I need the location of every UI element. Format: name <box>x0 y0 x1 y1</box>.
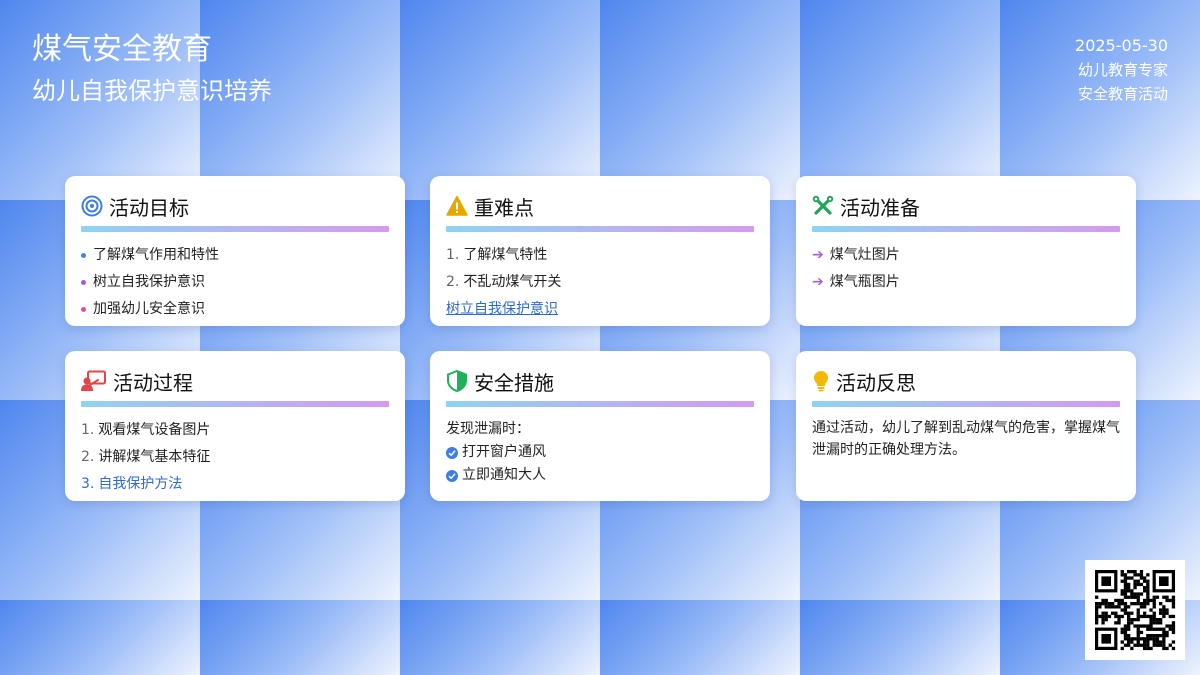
lightbulb-icon <box>812 370 830 392</box>
header-meta: 2025-05-30 幼儿教育专家 安全教育活动 <box>1075 34 1168 106</box>
card-title: 活动反思 <box>836 370 916 395</box>
card-preparation: 活动准备 ➔ 煤气灶图片 ➔ 煤气瓶图片 <box>796 176 1136 326</box>
list-item: 2. 讲解煤气基本特征 <box>81 449 211 465</box>
category-label: 安全教育活动 <box>1077 85 1168 103</box>
list-item: 树立自我保护意识 <box>81 269 389 296</box>
date-label: 2025-05-30 <box>1075 36 1168 55</box>
author-label: 幼儿教育专家 <box>1077 61 1168 79</box>
list-item: 加强幼儿安全意识 <box>81 296 389 323</box>
process-list: 1. 观看煤气设备图片 2. 讲解煤气基本特征 3. 自我保护方法 <box>81 417 389 498</box>
card-title: 活动准备 <box>840 195 920 220</box>
card-divider <box>812 401 1120 407</box>
card-divider <box>81 226 389 232</box>
background-tile <box>800 600 1000 675</box>
arrow-right-icon: ➔ <box>812 247 824 263</box>
page-subtitle: 幼儿自我保护意识培养 <box>32 77 272 105</box>
shield-icon <box>446 370 468 392</box>
card-divider <box>446 401 754 407</box>
teacher-icon <box>81 370 107 392</box>
card-title: 安全措施 <box>474 370 554 395</box>
warning-icon <box>446 195 468 217</box>
card-reflection: 活动反思 通过活动，幼儿了解到乱动煤气的危害，掌握煤气泄漏时的正确处理方法。 <box>796 351 1136 501</box>
check-circle-icon <box>446 446 458 459</box>
card-key-points: 重难点 1. 了解煤气特性 2. 不乱动煤气开关 树立自我保护意识 <box>430 176 770 326</box>
arrow-right-icon: ➔ <box>812 274 824 290</box>
card-activity-process: 活动过程 1. 观看煤气设备图片 2. 讲解煤气基本特征 3. 自我保护方法 <box>65 351 405 501</box>
card-divider <box>81 401 389 407</box>
background-tile <box>400 0 600 200</box>
qr-code-icon <box>1085 560 1185 660</box>
target-icon <box>81 195 103 217</box>
card-divider <box>446 226 754 232</box>
list-item-highlighted: 3. 自我保护方法 <box>81 476 183 492</box>
background-tile <box>600 0 800 200</box>
list-item: 2. 不乱动煤气开关 <box>446 274 562 290</box>
bullet-dot <box>81 307 86 312</box>
reflection-text: 通过活动，幼儿了解到乱动煤气的危害，掌握煤气泄漏时的正确处理方法。 <box>812 420 1120 458</box>
card-activity-goals: 活动目标 了解煤气作用和特性 树立自我保护意识 加强幼儿安全意识 <box>65 176 405 326</box>
background-tile <box>0 600 200 675</box>
card-divider <box>812 226 1120 232</box>
tools-icon <box>812 195 834 217</box>
check-circle-icon <box>446 469 458 482</box>
key-point-link[interactable]: 树立自我保护意识 <box>446 296 754 323</box>
header: 煤气安全教育 幼儿自我保护意识培养 <box>32 30 272 108</box>
list-item: 1. 观看煤气设备图片 <box>81 422 211 438</box>
preparation-list: ➔ 煤气灶图片 ➔ 煤气瓶图片 <box>812 242 1120 296</box>
card-safety-measures: 安全措施 发现泄漏时： 打开窗户通风 立即通知大人 <box>430 351 770 501</box>
card-title: 重难点 <box>474 195 534 220</box>
list-item: 了解煤气作用和特性 <box>81 242 389 269</box>
page-title: 煤气安全教育 <box>32 32 212 67</box>
list-item: 打开窗户通风 <box>446 441 754 464</box>
background-tile <box>600 600 800 675</box>
safety-list: 打开窗户通风 立即通知大人 <box>446 441 754 487</box>
list-item: ➔ 煤气瓶图片 <box>812 269 1120 296</box>
goals-list: 了解煤气作用和特性 树立自我保护意识 加强幼儿安全意识 <box>81 242 389 323</box>
list-item: 立即通知大人 <box>446 464 754 487</box>
background-tile <box>800 0 1000 200</box>
list-item: ➔ 煤气灶图片 <box>812 242 1120 269</box>
key-points-list: 1. 了解煤气特性 2. 不乱动煤气开关 <box>446 242 754 296</box>
list-item: 1. 了解煤气特性 <box>446 247 548 263</box>
background-tile <box>200 600 400 675</box>
bullet-dot <box>81 253 86 258</box>
background-tile <box>400 600 600 675</box>
safety-lead: 发现泄漏时： <box>446 421 530 437</box>
card-title: 活动过程 <box>113 370 193 395</box>
card-title: 活动目标 <box>109 195 189 220</box>
bullet-dot <box>81 280 86 285</box>
